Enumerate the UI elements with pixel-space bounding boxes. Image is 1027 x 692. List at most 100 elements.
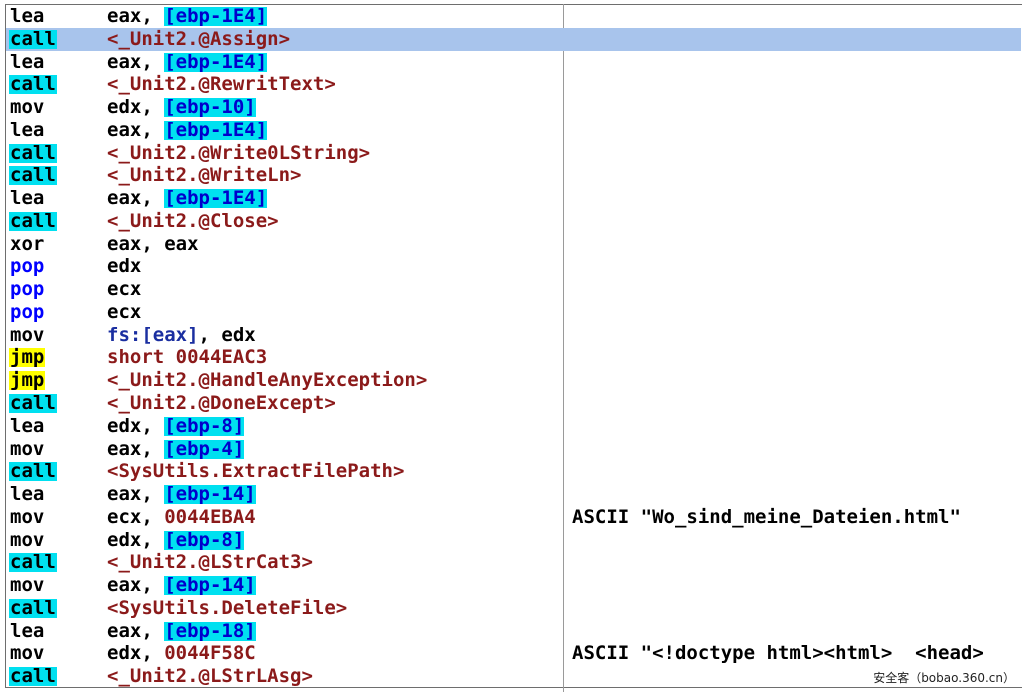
call-target: <_Unit2.@LStrLAsg> <box>107 665 313 688</box>
instruction-row[interactable]: lea eax, [ebp-1E4] <box>6 51 1021 74</box>
operands: eax, [ebp-1E4] <box>107 118 268 142</box>
memory-operand: [ebp-1E4] <box>164 187 268 210</box>
operand: edx, <box>107 528 165 551</box>
memory-operand: [ebp-1E4] <box>164 50 268 73</box>
instruction-row[interactable]: call <SysUtils.ExtractFilePath> <box>6 460 1021 483</box>
mnemonic: call <box>9 27 57 50</box>
mnemonic: mov <box>10 505 45 528</box>
operands: eax, [ebp-1E4] <box>107 5 268 28</box>
mnemonic: jmp <box>9 369 46 392</box>
instruction-row[interactable]: lea edx, [ebp-8] <box>6 415 1021 438</box>
instruction-row[interactable]: call <_Unit2.@LStrLAsg> <box>6 665 1021 688</box>
operands: ecx <box>107 278 141 301</box>
operand: eax, <box>107 187 165 210</box>
operands: eax, [ebp-4] <box>107 437 245 461</box>
operands: edx, [ebp-10] <box>107 96 256 119</box>
operands: <_Unit2.@RewritText> <box>107 73 336 96</box>
mnemonic: jmp <box>9 346 46 369</box>
instruction-row[interactable]: mov eax, [ebp-14] <box>6 574 1021 597</box>
mnemonic: call <box>9 551 57 574</box>
instruction-row[interactable]: lea eax, [ebp-1E4] <box>6 119 1021 142</box>
instruction-row[interactable]: call <_Unit2.@Close> <box>6 210 1021 233</box>
operands: <_Unit2.@Write0LString> <box>107 142 370 165</box>
operand: eax, <box>107 619 165 642</box>
mnemonic: mov <box>10 96 45 119</box>
mnemonic: mov <box>10 323 45 346</box>
instruction-row[interactable]: mov edx, [ebp-8] <box>6 529 1021 552</box>
instruction-row[interactable]: call <_Unit2.@LStrCat3> <box>6 551 1021 574</box>
memory-operand: [ebp-8] <box>164 414 245 437</box>
mnemonic: lea <box>10 118 45 141</box>
operand: edx, <box>107 96 165 119</box>
memory-operand: [ebp-14] <box>164 483 256 506</box>
memory-operand: [ebp-18] <box>164 619 256 642</box>
instruction-row[interactable]: pop edx <box>6 255 1021 278</box>
operands: <_Unit2.@Assign> <box>107 28 290 51</box>
operand: edx, <box>107 642 165 665</box>
mnemonic: call <box>9 164 57 187</box>
instruction-row[interactable]: mov eax, [ebp-4] <box>6 438 1021 461</box>
call-target: <_Unit2.@Write0LString> <box>107 141 371 164</box>
operand: ecx, <box>107 505 165 528</box>
operands: edx, [ebp-8] <box>107 414 245 438</box>
mnemonic: call <box>9 209 57 232</box>
instruction-row[interactable]: lea eax, [ebp-14] <box>6 483 1021 506</box>
instruction-row[interactable]: mov fs:[eax], edx <box>6 324 1021 347</box>
memory-operand: [ebp-10] <box>164 96 256 119</box>
instruction-row[interactable]: lea eax, [ebp-1E4] <box>6 187 1021 210</box>
memory-operand: [ebp-14] <box>164 574 256 597</box>
instruction-row[interactable]: lea eax, [ebp-1E4] <box>6 5 1021 28</box>
instruction-row[interactable]: mov edx, [ebp-10] <box>6 96 1021 119</box>
instruction-row[interactable]: call <SysUtils.DeleteFile> <box>6 597 1021 620</box>
operand: eax, <box>107 5 165 27</box>
operand: eax, <box>107 483 165 506</box>
call-target: <_Unit2.@RewritText> <box>107 73 336 96</box>
operands: eax, [ebp-1E4] <box>107 50 268 74</box>
instruction-row[interactable]: pop ecx <box>6 278 1021 301</box>
mnemonic: lea <box>10 414 45 437</box>
memory-operand: [ebp-8] <box>164 528 245 551</box>
mnemonic: mov <box>10 574 45 597</box>
operand: 0044EBA4 <box>164 505 256 528</box>
mnemonic: pop <box>10 255 45 278</box>
operands: eax, [ebp-14] <box>107 574 256 597</box>
operands: eax, [ebp-14] <box>107 483 256 506</box>
operands: short 0044EAC3 <box>107 346 267 369</box>
operand: eax, <box>107 437 165 460</box>
mnemonic: call <box>9 460 57 483</box>
mnemonic: lea <box>10 483 45 506</box>
comment: ASCII "Wo_sind_meine_Dateien.html" <box>572 505 961 528</box>
mnemonic: pop <box>10 278 45 301</box>
instruction-row[interactable]: lea eax, [ebp-18] <box>6 620 1021 643</box>
instruction-row[interactable]: pop ecx <box>6 301 1021 324</box>
call-target: <SysUtils.ExtractFilePath> <box>107 460 405 483</box>
watermark: 安全客（bobao.360.cn） <box>873 669 1015 686</box>
mnemonic: mov <box>10 437 45 460</box>
instruction-row[interactable]: mov edx, 0044F58C ASCII "<!doctype html><h… <box>6 642 1021 665</box>
call-target: <_Unit2.@LStrCat3> <box>107 551 313 574</box>
mnemonic: call <box>9 141 57 164</box>
operands: eax, eax <box>107 233 199 256</box>
operands: <_Unit2.@HandleAnyException> <box>107 369 427 392</box>
operand: , edx <box>198 323 256 346</box>
operand: eax, <box>107 50 165 73</box>
instruction-row[interactable]: jmp <_Unit2.@HandleAnyException> <box>6 369 1021 392</box>
instruction-row[interactable]: xor eax, eax <box>6 233 1021 256</box>
operand: edx, <box>107 414 165 437</box>
instruction-row[interactable]: call <_Unit2.@Write0LString> <box>6 142 1021 165</box>
mnemonic: lea <box>10 187 45 210</box>
instruction-row[interactable]: call <_Unit2.@WriteLn> <box>6 164 1021 187</box>
instruction-row[interactable]: jmp short 0044EAC3 <box>6 346 1021 369</box>
call-target: <_Unit2.@DoneExcept> <box>107 392 336 415</box>
instruction-row[interactable]: call <_Unit2.@Assign> <box>6 27 1021 51</box>
operands: fs:[eax], edx <box>107 324 256 347</box>
operand: eax, <box>107 118 165 141</box>
instruction-row[interactable]: mov ecx, 0044EBA4 ASCII "Wo_sind_meine_Dat… <box>6 506 1021 529</box>
mnemonic: call <box>9 73 57 96</box>
instruction-row[interactable]: call <_Unit2.@RewritText> <box>6 73 1021 96</box>
instruction-row[interactable]: call <_Unit2.@DoneExcept> <box>6 392 1021 415</box>
mnemonic: lea <box>10 50 45 73</box>
mnemonic: call <box>9 596 57 619</box>
operand: ecx <box>107 300 142 323</box>
operands: eax, [ebp-1E4] <box>107 187 268 210</box>
